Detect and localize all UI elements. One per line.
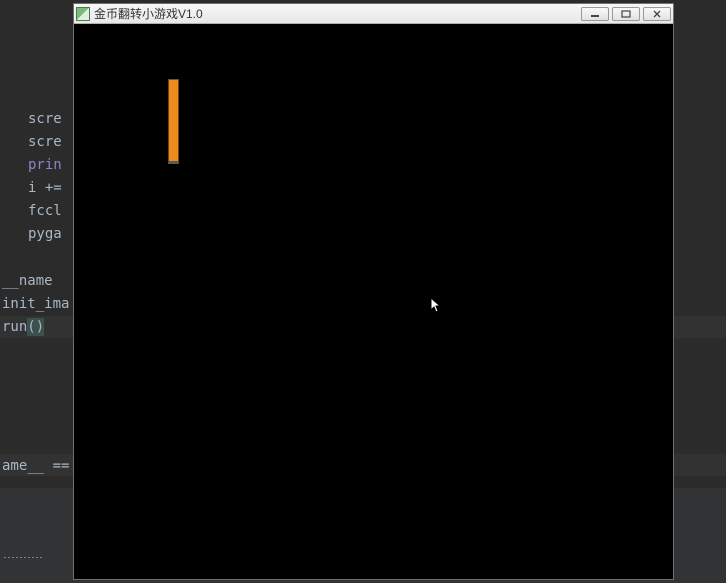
code-text: pyga [28,226,62,242]
code-text: scre [28,134,62,150]
code-paren: () [27,318,44,336]
minimize-button[interactable] [581,7,609,21]
game-canvas[interactable] [74,24,673,579]
code-text: run [2,319,27,335]
code-line: run() [2,316,69,339]
minimize-icon [590,10,600,18]
close-button[interactable] [643,7,671,21]
code-text: prin [28,157,62,173]
pygame-window: 金币翻转小游戏V1.0 [73,3,674,580]
window-title: 金币翻转小游戏V1.0 [94,5,581,22]
code-line: init_ima [2,293,69,316]
maximize-icon [621,10,631,18]
code-text: scre [28,111,62,127]
window-controls [581,7,671,21]
code-lower-area: __name init_ima run() [2,270,69,339]
code-text: init_ima [2,296,69,312]
pygame-icon [76,7,90,21]
coin-sprite [168,79,179,164]
code-line: __name [2,270,69,293]
code-text: i += [28,180,62,196]
code-text: fccl [28,203,62,219]
close-icon [652,10,662,18]
syntax-underline [4,557,42,558]
maximize-button[interactable] [612,7,640,21]
window-titlebar[interactable]: 金币翻转小游戏V1.0 [74,4,673,24]
code-text: __name [2,273,53,289]
